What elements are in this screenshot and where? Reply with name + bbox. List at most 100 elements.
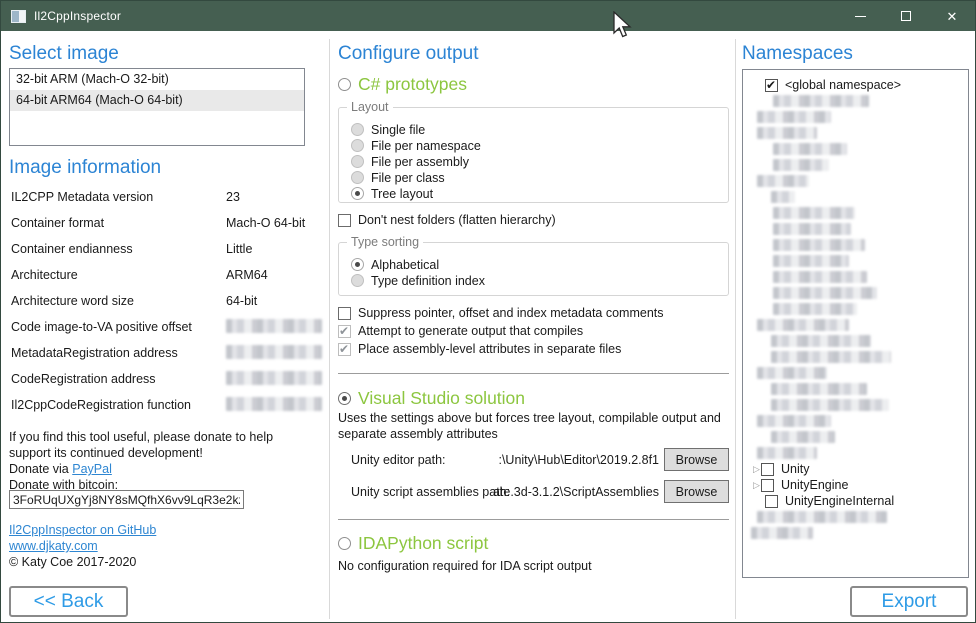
window-title: Il2CppInspector [34,9,121,23]
namespace-item-redacted[interactable] [743,333,968,349]
csharp-prototypes-radio[interactable]: C# prototypes [338,74,467,95]
maximize-icon [901,11,911,21]
info-label: Il2CppCodeRegistration function [11,398,191,412]
namespace-item-redacted[interactable] [743,109,968,125]
namespace-item-redacted[interactable] [743,381,968,397]
namespace-item[interactable]: ▷ Unity [743,461,968,477]
website-link[interactable]: www.djkaty.com [9,539,98,553]
idapython-script-radio[interactable]: IDAPython script [338,533,488,554]
flatten-hierarchy-checkbox[interactable]: Don't nest folders (flatten hierarchy) [338,213,556,227]
column-divider [329,39,330,619]
layout-radio-file-per-namespace[interactable]: File per namespace [351,138,728,153]
radio-icon [351,139,364,152]
redacted-namespace-text [771,351,891,363]
layout-radio-file-per-assembly[interactable]: File per assembly [351,154,728,169]
radio-icon [338,537,351,550]
namespace-item-redacted[interactable] [743,157,968,173]
namespace-item-redacted[interactable] [743,429,968,445]
namespace-item-redacted[interactable] [743,285,968,301]
minimize-button[interactable] [837,1,883,31]
info-label: Architecture word size [11,294,134,308]
redacted-namespace-text [771,399,889,411]
radio-icon [351,155,364,168]
visual-studio-solution-radio[interactable]: Visual Studio solution [338,388,525,409]
namespace-item-redacted[interactable] [743,93,968,109]
app-window: Il2CppInspector ✕ Select image 32-bit AR… [0,0,976,623]
namespace-item[interactable]: <global namespace> [743,77,968,93]
compilable-output-checkbox[interactable]: Attempt to generate output that compiles [338,324,583,338]
namespace-item-redacted[interactable] [743,173,968,189]
namespace-item-redacted[interactable] [743,349,968,365]
copyright-text: © Katy Coe 2017-2020 [9,555,136,569]
info-value-redacted [226,371,322,385]
checkbox-label: Don't nest folders (flatten hierarchy) [358,213,556,227]
namespace-item[interactable]: ▷UnityEngine [743,477,968,493]
namespace-item-redacted[interactable] [743,445,968,461]
namespace-item-redacted[interactable] [743,125,968,141]
expander-icon[interactable]: ▷ [753,480,761,491]
layout-radio-file-per-class[interactable]: File per class [351,170,728,185]
redacted-namespace-text [773,303,857,315]
namespace-item-redacted[interactable] [743,317,968,333]
desc-line: Uses the settings above but forces tree … [338,411,721,425]
namespace-item-redacted[interactable] [743,365,968,381]
namespace-checkbox[interactable] [761,479,774,492]
namespace-checkbox[interactable] [765,79,778,92]
layout-radio-single-file[interactable]: Single file [351,122,728,137]
bitcoin-address-input[interactable] [9,490,244,509]
namespace-item-redacted[interactable] [743,413,968,429]
separate-attributes-checkbox[interactable]: Place assembly-level attributes in separ… [338,342,621,356]
unity-editor-path-value: :\Unity\Hub\Editor\2019.2.8f1 [431,453,659,467]
namespace-checkbox[interactable] [765,495,778,508]
redacted-namespace-text [771,335,871,347]
redacted-namespace-text [771,383,867,395]
layout-group-label: Layout [347,100,393,114]
type-sorting-radio-type-definition-index[interactable]: Type definition index [351,273,728,288]
image-list-item[interactable]: 64-bit ARM64 (Mach-O 64-bit) [10,90,304,111]
namespaces-listbox[interactable]: <global namespace> ▷ Unity▷UnityEngineUnit… [742,69,969,578]
namespace-label: Unity [781,462,809,476]
namespace-item-redacted[interactable] [743,269,968,285]
namespace-item-redacted[interactable] [743,525,968,541]
namespace-item-redacted[interactable] [743,221,968,237]
export-button[interactable]: Export [850,586,968,617]
app-icon [11,10,26,23]
redacted-namespace-text [757,511,887,523]
namespace-item-redacted[interactable] [743,397,968,413]
title-bar[interactable]: Il2CppInspector ✕ [1,1,975,31]
namespace-item-redacted[interactable] [743,189,968,205]
namespace-item-redacted[interactable] [743,509,968,525]
type-sorting-groupbox: Type sorting Alphabetical Type definitio… [338,242,729,296]
namespace-item-redacted[interactable] [743,253,968,269]
namespace-item-redacted[interactable] [743,205,968,221]
paypal-link[interactable]: PayPal [72,462,112,476]
layout-groupbox: Layout Single file File per namespace Fi… [338,107,729,203]
radio-label: File per class [371,171,445,185]
radio-label: Alphabetical [371,258,439,272]
suppress-comments-checkbox[interactable]: Suppress pointer, offset and index metad… [338,306,664,320]
checkbox-icon [338,214,351,227]
donate-via-label: Donate via [9,462,72,476]
redacted-namespace-text [757,127,817,139]
info-label: Container endianness [11,242,133,256]
github-link[interactable]: Il2CppInspector on GitHub [9,523,156,537]
browse-script-assemblies-button[interactable]: Browse [664,480,729,503]
namespace-item-redacted[interactable] [743,301,968,317]
idapython-script-label: IDAPython script [358,533,488,554]
radio-icon [338,392,351,405]
browse-editor-path-button[interactable]: Browse [664,448,729,471]
expander-icon[interactable]: ▷ [753,464,761,475]
namespace-item-redacted[interactable] [743,141,968,157]
namespace-item-redacted[interactable] [743,237,968,253]
close-button[interactable]: ✕ [929,1,975,31]
section-divider [338,519,729,520]
back-button[interactable]: << Back [9,586,128,617]
checkbox-icon [338,307,351,320]
type-sorting-radio-alphabetical[interactable]: Alphabetical [351,257,728,272]
maximize-button[interactable] [883,1,929,31]
image-listbox[interactable]: 32-bit ARM (Mach-O 32-bit)64-bit ARM64 (… [9,68,305,146]
namespace-checkbox[interactable] [761,463,774,476]
namespace-item[interactable]: UnityEngineInternal [743,493,968,509]
layout-radio-tree-layout[interactable]: Tree layout [351,186,728,201]
image-list-item[interactable]: 32-bit ARM (Mach-O 32-bit) [10,69,304,90]
